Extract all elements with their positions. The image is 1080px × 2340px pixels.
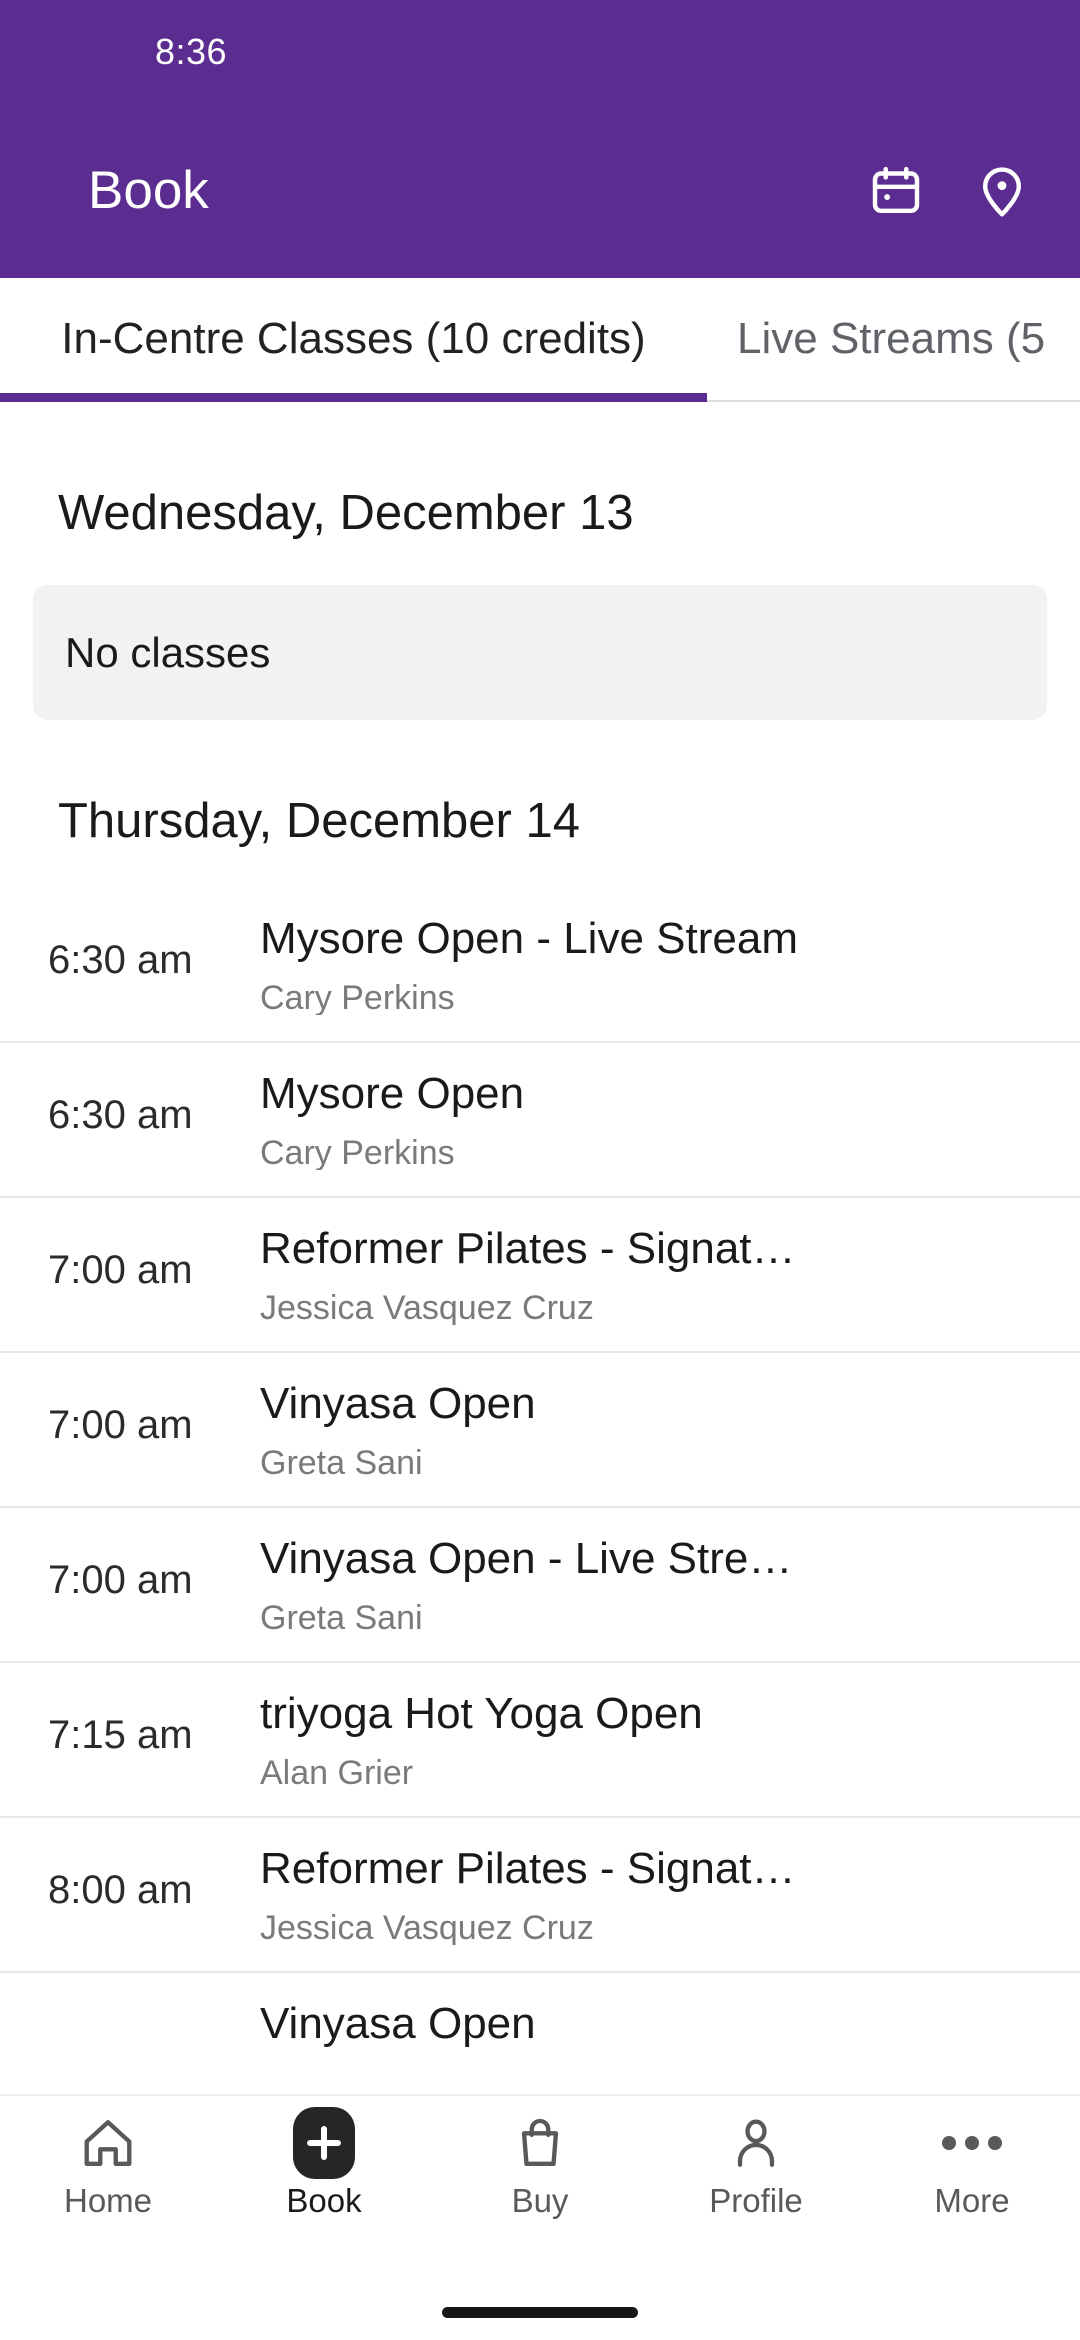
app-bar: Book bbox=[0, 103, 1080, 278]
class-teacher: Alan Grier bbox=[260, 1756, 414, 1791]
class-teacher: Greta Sani bbox=[260, 1601, 423, 1636]
status-bar: 8:36 bbox=[0, 0, 1080, 103]
location-pin-icon[interactable] bbox=[972, 161, 1032, 221]
class-row[interactable]: 7:15 am triyoga Hot Yoga Open Alan Grier bbox=[0, 1663, 1080, 1818]
class-time: 7:00 am bbox=[48, 1248, 193, 1292]
no-classes-card: No classes bbox=[33, 585, 1047, 720]
calendar-icon[interactable] bbox=[866, 161, 926, 221]
class-row[interactable]: 6:30 am Mysore Open - Live Stream Cary P… bbox=[0, 888, 1080, 1043]
bottom-navigation-bar: Home Book Buy Profile More bbox=[0, 2094, 1080, 2284]
nav-item-home[interactable]: Home bbox=[0, 2112, 216, 2217]
class-row[interactable]: 7:00 am Reformer Pilates - Signat… Jessi… bbox=[0, 1198, 1080, 1353]
class-info: Vinyasa Open - Live Stre… Greta Sani bbox=[260, 1534, 1050, 1635]
app-bar-actions bbox=[866, 161, 1032, 221]
class-time: 7:00 am bbox=[48, 1558, 193, 1602]
nav-item-more[interactable]: More bbox=[864, 2112, 1080, 2217]
tab-active-indicator bbox=[0, 393, 707, 402]
home-indicator[interactable] bbox=[442, 2306, 638, 2318]
class-row[interactable]: 8:00 am Reformer Pilates - Signat… Jessi… bbox=[0, 1818, 1080, 1973]
page-title: Book bbox=[88, 161, 209, 220]
person-icon bbox=[727, 2112, 785, 2174]
class-title: Reformer Pilates - Signat… bbox=[260, 1224, 796, 1273]
status-bar-clock: 8:36 bbox=[155, 30, 228, 72]
class-info: Reformer Pilates - Signat… Jessica Vasqu… bbox=[260, 1844, 1050, 1945]
nav-label-profile: Profile bbox=[709, 2182, 803, 2219]
class-teacher: Cary Perkins bbox=[260, 981, 455, 1016]
app-screen: 8:36 Book In-Centre Classes (10 credits)… bbox=[0, 0, 1080, 2340]
class-info: Vinyasa Open bbox=[260, 1999, 1050, 2066]
class-time: 7:15 am bbox=[48, 1713, 193, 1757]
plus-book-icon bbox=[293, 2107, 355, 2179]
schedule-scroll-area[interactable]: Wednesday, December 13 No classes Thursd… bbox=[0, 402, 1080, 2094]
more-dots-icon bbox=[942, 2112, 1002, 2174]
nav-label-more: More bbox=[934, 2182, 1010, 2219]
class-teacher: Jessica Vasquez Cruz bbox=[260, 1911, 594, 1946]
class-title: Vinyasa Open bbox=[260, 1999, 536, 2048]
class-row-partial[interactable]: Vinyasa Open bbox=[0, 1973, 1080, 2094]
class-time bbox=[30, 1999, 260, 2025]
tab-list: In-Centre Classes (10 credits) Live Stre… bbox=[0, 278, 1080, 399]
class-row[interactable]: 7:00 am Vinyasa Open Greta Sani bbox=[0, 1353, 1080, 1508]
tab-bar: In-Centre Classes (10 credits) Live Stre… bbox=[0, 278, 1080, 402]
no-classes-label: No classes bbox=[65, 628, 271, 676]
class-info: Reformer Pilates - Signat… Jessica Vasqu… bbox=[260, 1224, 1050, 1325]
class-time: 8:00 am bbox=[48, 1868, 193, 1912]
class-title: Mysore Open - Live Stream bbox=[260, 914, 798, 963]
class-row[interactable]: 6:30 am Mysore Open Cary Perkins bbox=[0, 1043, 1080, 1198]
class-list: 6:30 am Mysore Open - Live Stream Cary P… bbox=[0, 888, 1080, 2094]
class-title: triyoga Hot Yoga Open bbox=[260, 1689, 703, 1738]
class-title: Mysore Open bbox=[260, 1069, 525, 1118]
day-heading-wednesday: Wednesday, December 13 bbox=[58, 486, 634, 540]
home-icon bbox=[79, 2112, 137, 2174]
day-heading-thursday: Thursday, December 14 bbox=[58, 794, 580, 848]
class-time: 6:30 am bbox=[48, 938, 193, 982]
class-info: Vinyasa Open Greta Sani bbox=[260, 1379, 1050, 1480]
nav-item-book[interactable]: Book bbox=[216, 2107, 432, 2219]
nav-item-profile[interactable]: Profile bbox=[648, 2112, 864, 2217]
class-info: triyoga Hot Yoga Open Alan Grier bbox=[260, 1689, 1050, 1790]
tab-in-centre-classes[interactable]: In-Centre Classes (10 credits) bbox=[0, 278, 707, 399]
class-teacher: Cary Perkins bbox=[260, 1136, 455, 1171]
class-title: Vinyasa Open bbox=[260, 1379, 536, 1428]
shopping-bag-icon bbox=[511, 2112, 569, 2174]
class-time: 7:00 am bbox=[48, 1403, 193, 1447]
class-info: Mysore Open Cary Perkins bbox=[260, 1069, 1050, 1170]
class-info: Mysore Open - Live Stream Cary Perkins bbox=[260, 914, 1050, 1015]
home-indicator-area bbox=[0, 2284, 1080, 2340]
nav-label-home: Home bbox=[63, 2182, 153, 2219]
class-teacher: Greta Sani bbox=[260, 1446, 423, 1481]
class-title: Reformer Pilates - Signat… bbox=[260, 1844, 796, 1893]
nav-label-buy: Buy bbox=[511, 2182, 569, 2219]
tab-live-streams[interactable]: Live Streams (5 bbox=[707, 278, 1045, 399]
nav-item-buy[interactable]: Buy bbox=[432, 2112, 648, 2217]
class-time: 6:30 am bbox=[48, 1093, 193, 1137]
class-row[interactable]: 7:00 am Vinyasa Open - Live Stre… Greta … bbox=[0, 1508, 1080, 1663]
nav-label-book: Book bbox=[286, 2182, 362, 2219]
class-teacher: Jessica Vasquez Cruz bbox=[260, 1291, 594, 1326]
class-title: Vinyasa Open - Live Stre… bbox=[260, 1534, 793, 1583]
